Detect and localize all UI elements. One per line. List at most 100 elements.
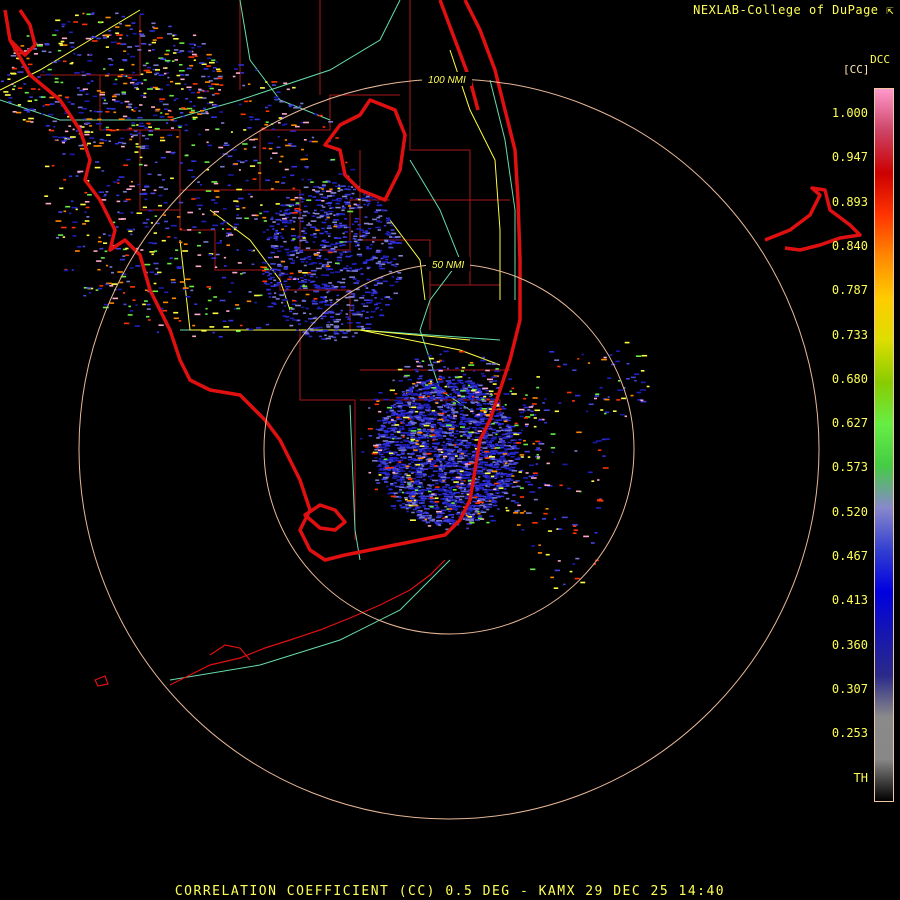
echo-pixel (321, 227, 325, 230)
echo-pixel (90, 80, 94, 82)
echo-pixel (320, 196, 327, 199)
echo-pixel (470, 408, 473, 410)
echo-pixel (434, 448, 438, 450)
scale-tick-label: 0.947 (831, 150, 868, 165)
echo-pixel (402, 414, 406, 417)
echo-pixel (179, 281, 185, 283)
echo-pixel (430, 380, 433, 383)
echo-pixel (596, 440, 602, 442)
echo-pixel (334, 328, 339, 331)
echo-pixel (471, 438, 475, 441)
echo-pixel (17, 71, 24, 73)
echo-pixel (184, 124, 188, 126)
echo-pixel (215, 196, 220, 198)
echo-pixel (134, 325, 141, 327)
echo-pixel (431, 442, 437, 445)
echo-pixel (554, 359, 560, 361)
echo-pixel (408, 470, 411, 473)
echo-pixel (296, 236, 301, 239)
echo-pixel (401, 391, 405, 393)
echo-pixel (452, 407, 456, 409)
echo-pixel (104, 250, 108, 253)
echo-pixel (504, 404, 507, 406)
echo-pixel (455, 367, 459, 369)
echo-pixel (228, 291, 232, 293)
echo-pixel (383, 224, 387, 227)
echo-pixel (108, 234, 112, 237)
echo-pixel (207, 85, 213, 87)
echo-pixel (230, 131, 233, 133)
echo-pixel (402, 444, 408, 446)
echo-pixel (55, 236, 59, 239)
echo-pixel (572, 563, 576, 565)
echo-pixel (344, 218, 347, 220)
echo-pixel (55, 220, 62, 222)
echo-pixel (271, 246, 276, 248)
echo-pixel (305, 247, 311, 249)
echo-pixel (185, 278, 191, 281)
echo-pixel (167, 116, 174, 118)
echo-pixel (158, 287, 164, 289)
echo-pixel (350, 304, 355, 307)
echo-pixel (182, 115, 186, 118)
echo-pixel (155, 69, 160, 71)
echo-pixel (422, 387, 428, 390)
echo-pixel (312, 303, 318, 305)
echo-pixel (240, 161, 245, 164)
echo-pixel (213, 210, 219, 213)
echo-pixel (353, 240, 358, 243)
echo-pixel (333, 286, 339, 288)
echo-pixel (381, 242, 384, 245)
echo-pixel (379, 453, 384, 456)
echo-pixel (436, 510, 442, 513)
echo-pixel (333, 320, 340, 323)
echo-pixel (376, 204, 382, 207)
echo-pixel (54, 77, 59, 80)
echo-pixel (419, 483, 424, 486)
echo-pixel (419, 451, 422, 453)
echo-pixel (519, 512, 525, 514)
echo-pixel (550, 447, 556, 449)
echo-pixel (508, 460, 512, 463)
echo-pixel (159, 88, 164, 91)
echo-pixel (531, 477, 537, 479)
echo-pixel (239, 324, 243, 327)
echo-pixel (397, 277, 399, 280)
echo-pixel (141, 43, 147, 45)
echo-pixel (8, 101, 12, 103)
echo-pixel (415, 454, 422, 457)
echo-pixel (498, 426, 502, 429)
echo-pixel (389, 236, 393, 238)
echo-pixel (500, 455, 505, 458)
echo-pixel (419, 516, 425, 519)
echo-pixel (449, 493, 453, 495)
echo-pixel (435, 486, 440, 488)
echo-pixel (314, 209, 317, 212)
ring-label-50: 50 NMI (432, 260, 464, 271)
echo-pixel (274, 98, 280, 101)
echo-pixel (131, 22, 136, 24)
echo-pixel (351, 335, 355, 338)
echo-pixel (131, 63, 135, 66)
echo-pixel (415, 370, 419, 373)
echo-pixel (491, 470, 498, 473)
echo-pixel (85, 122, 91, 125)
echo-pixel (475, 519, 480, 521)
echo-pixel (347, 322, 353, 324)
echo-pixel (174, 257, 179, 260)
echo-pixel (313, 236, 318, 238)
echo-pixel (122, 115, 128, 118)
echo-pixel (462, 384, 466, 387)
echo-pixel (181, 88, 184, 90)
echo-pixel (569, 570, 573, 573)
echo-pixel (504, 467, 510, 469)
echo-pixel (173, 38, 179, 40)
echo-pixel (411, 483, 414, 485)
echo-pixel (380, 298, 384, 300)
echo-pixel (300, 261, 305, 263)
echo-pixel (213, 202, 218, 204)
echo-pixel (279, 245, 284, 248)
echo-pixel (262, 280, 268, 283)
echo-pixel (359, 297, 365, 299)
echo-pixel (175, 97, 179, 100)
